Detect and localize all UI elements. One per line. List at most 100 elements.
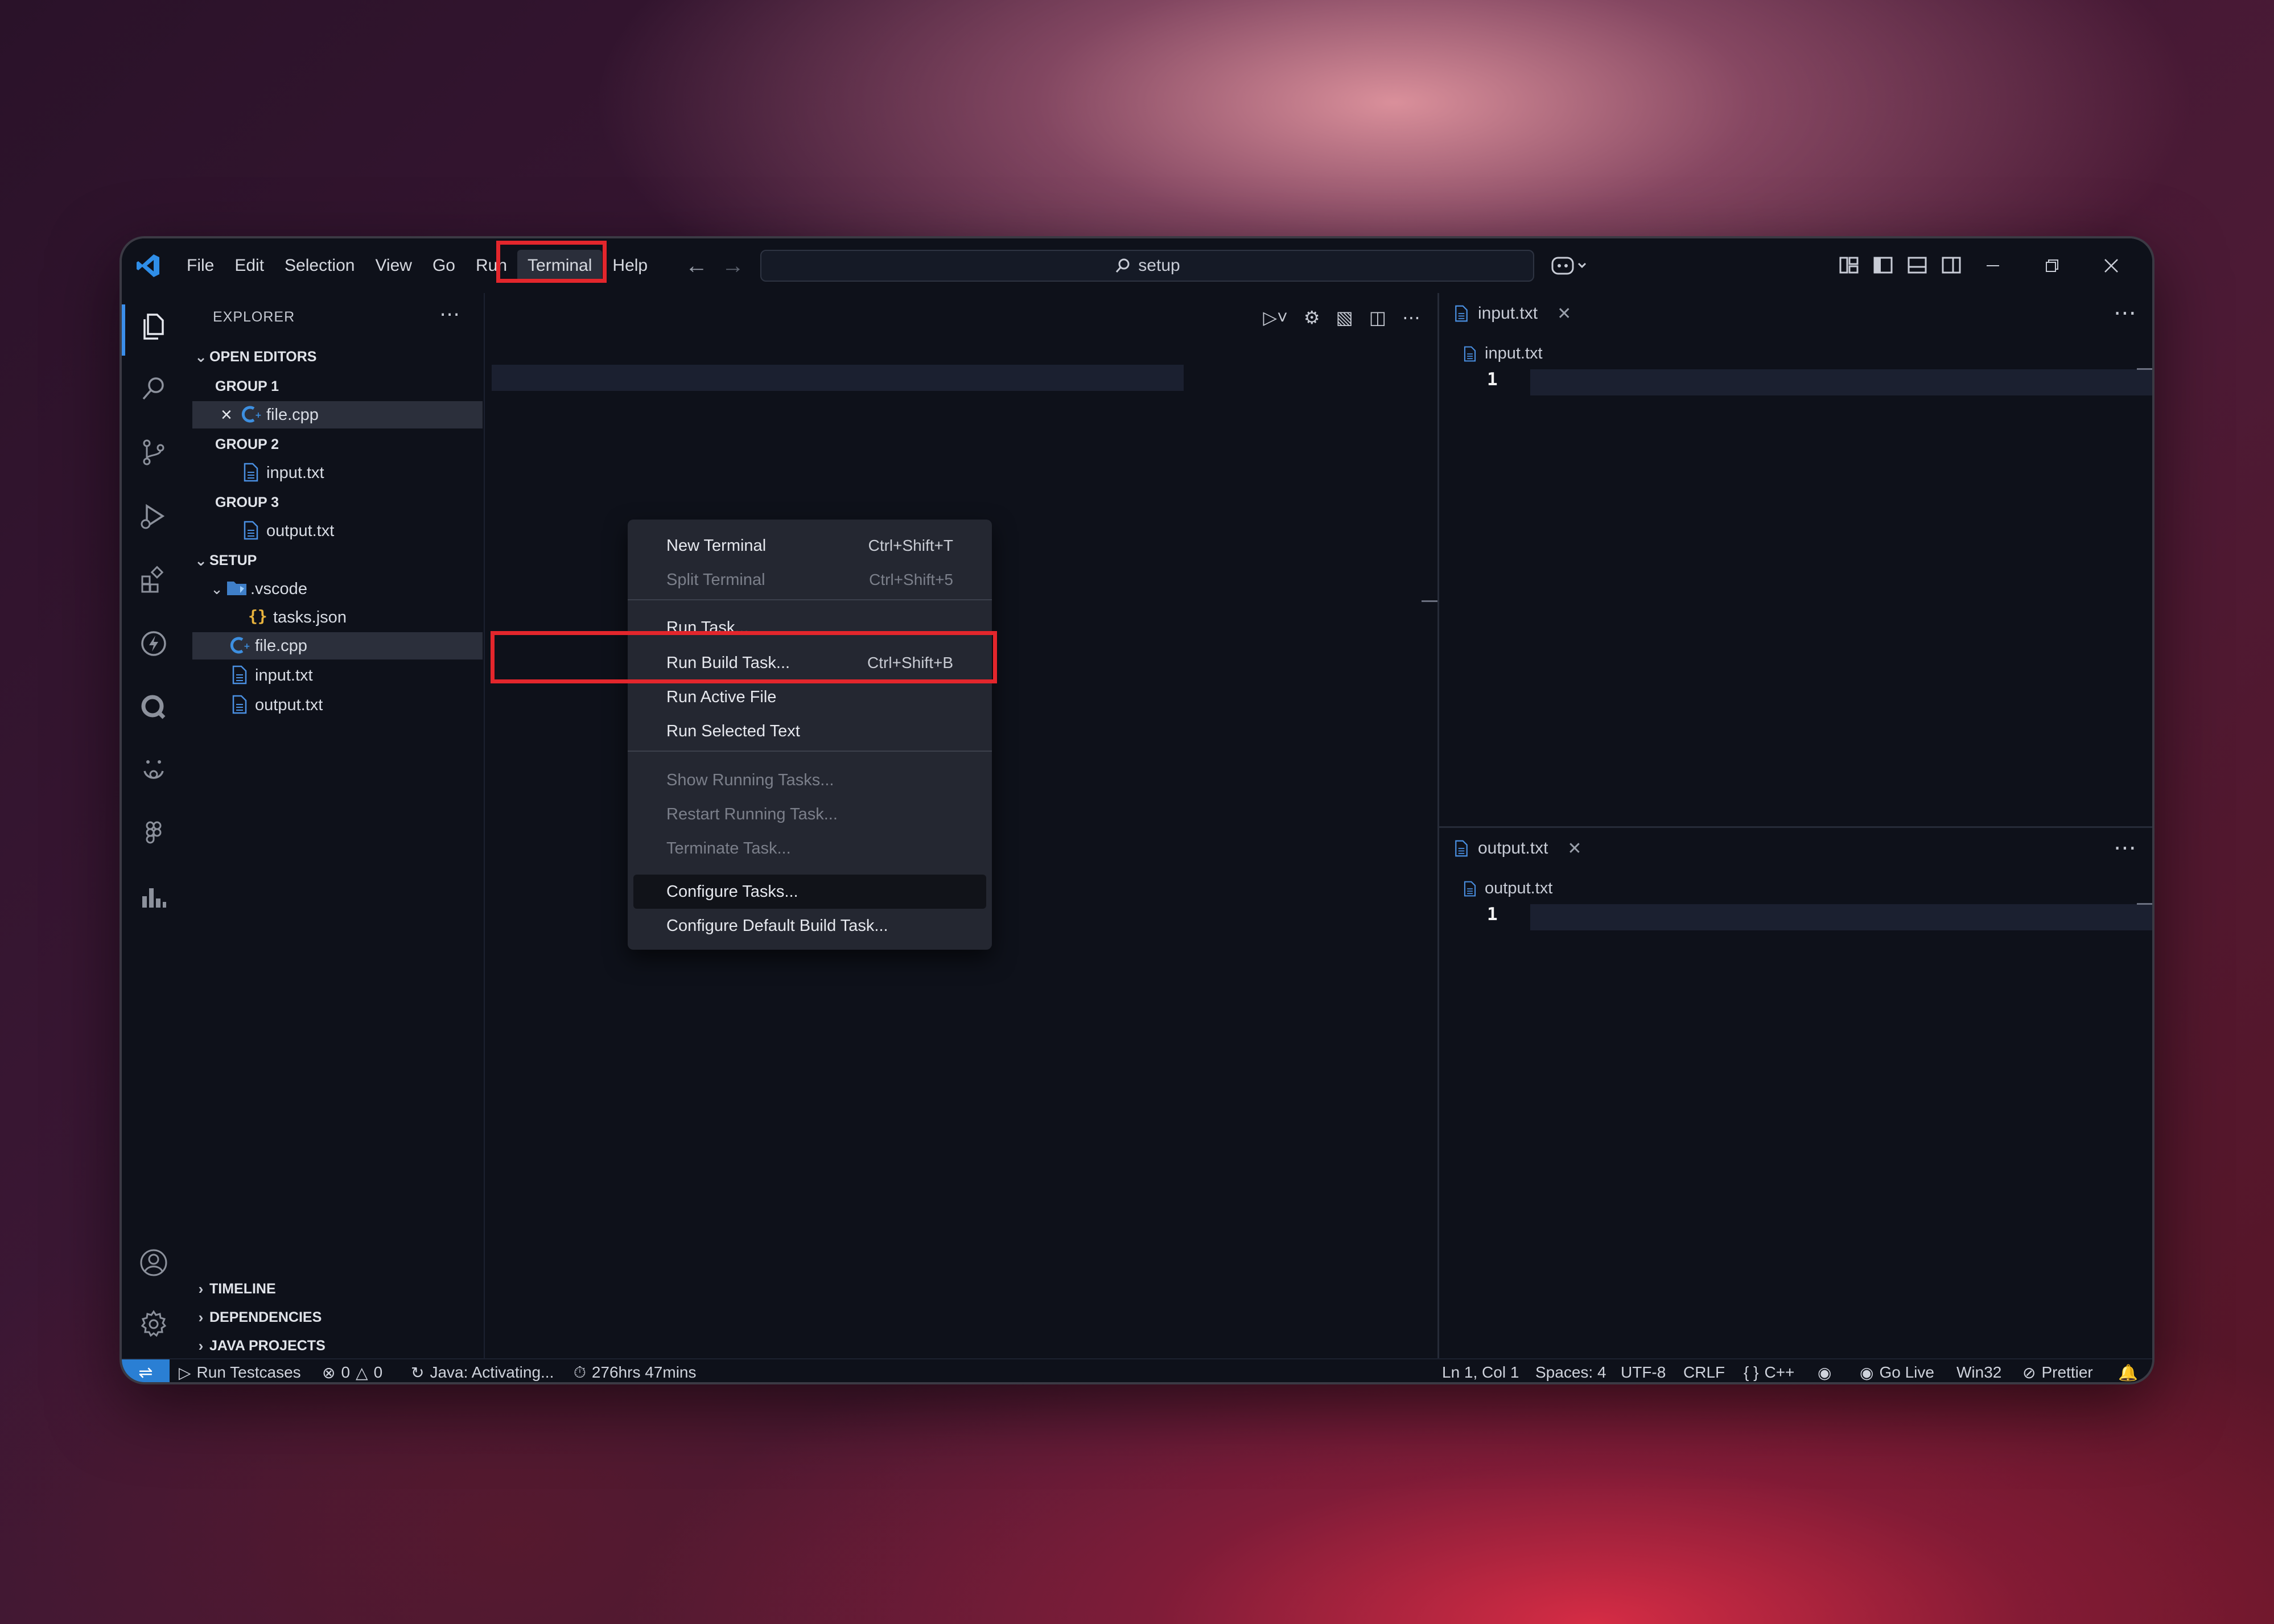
more-actions-icon[interactable]: ⋯ bbox=[2114, 835, 2136, 861]
indentation[interactable]: Spaces: 4 bbox=[1535, 1359, 1606, 1382]
menu-item-new-terminal[interactable]: New Terminal Ctrl+Shift+T bbox=[628, 529, 992, 563]
menu-item-show-running-tasks[interactable]: Show Running Tasks... bbox=[628, 763, 992, 797]
search-icon[interactable] bbox=[138, 373, 170, 405]
thunder-client-icon[interactable] bbox=[138, 628, 170, 660]
source-control-icon[interactable] bbox=[138, 436, 170, 468]
text-file-icon bbox=[1464, 881, 1476, 896]
prettier-status[interactable]: ⊘ Prettier bbox=[2022, 1359, 2093, 1382]
back-arrow-icon[interactable]: ← bbox=[685, 254, 708, 277]
device-icon[interactable]: ▧ bbox=[1336, 307, 1353, 328]
tree-file-tasks-json[interactable]: {} tasks.json bbox=[192, 604, 483, 631]
status-label: CRLF bbox=[1683, 1363, 1725, 1381]
overview-ruler-mark bbox=[2137, 903, 2152, 905]
more-actions-icon[interactable]: ⋯ bbox=[2114, 300, 2136, 326]
tree-label: tasks.json bbox=[273, 608, 347, 626]
more-actions-icon[interactable]: ⋯ bbox=[1402, 307, 1420, 328]
copilot-status-icon[interactable]: ◉ bbox=[1818, 1359, 1831, 1382]
menu-item-label: Split Terminal bbox=[666, 570, 765, 589]
menu-item-shortcut: Ctrl+Shift+5 bbox=[869, 571, 953, 588]
stats-bar-chart-icon[interactable] bbox=[138, 881, 170, 913]
run-code-icon[interactable]: ▷˅ bbox=[1263, 307, 1288, 328]
manage-gear-icon[interactable] bbox=[138, 1308, 170, 1340]
split-editor-icon[interactable]: ◫ bbox=[1369, 307, 1386, 328]
open-editor-input-txt[interactable]: input.txt bbox=[192, 459, 483, 487]
vscode-logo-icon[interactable] bbox=[134, 252, 162, 279]
open-editors-label: OPEN EDITORS bbox=[209, 348, 317, 365]
go-live-button[interactable]: ◉ Go Live bbox=[1860, 1359, 1934, 1382]
open-editor-label: input.txt bbox=[266, 463, 324, 482]
customize-layout-icon[interactable] bbox=[1838, 254, 1860, 276]
language-mode[interactable]: { } C++ bbox=[1744, 1359, 1794, 1382]
menu-item-restart-running-task[interactable]: Restart Running Task... bbox=[628, 797, 992, 831]
current-line-highlight[interactable] bbox=[1530, 369, 2152, 395]
menu-file[interactable]: File bbox=[176, 250, 224, 282]
status-bar: ⇌ ▷ Run Testcases ⊗ 0 △ 0 ↻ Java: Activa… bbox=[122, 1358, 2152, 1382]
tree-label: file.cpp bbox=[255, 636, 307, 655]
wakatime-status[interactable]: ⏱ 276hrs 47mins bbox=[574, 1359, 697, 1382]
copilot-icon[interactable] bbox=[1550, 252, 1590, 279]
cursor-position[interactable]: Ln 1, Col 1 bbox=[1442, 1359, 1519, 1382]
notifications-bell-icon[interactable]: 🔔 bbox=[2118, 1359, 2138, 1382]
open-editor-output-txt[interactable]: output.txt bbox=[192, 517, 483, 545]
menu-item-run-active-file[interactable]: Run Active File bbox=[628, 680, 992, 714]
timeline-section[interactable]: › TIMELINE bbox=[192, 1275, 483, 1303]
current-line-highlight[interactable] bbox=[1530, 904, 2152, 930]
run-testcases-button[interactable]: ▷ Run Testcases bbox=[179, 1359, 301, 1382]
status-label: UTF-8 bbox=[1621, 1363, 1666, 1381]
tree-file-output-txt[interactable]: output.txt bbox=[192, 691, 483, 719]
toggle-panel-icon[interactable] bbox=[1906, 254, 1928, 276]
dependencies-section[interactable]: › DEPENDENCIES bbox=[192, 1304, 483, 1331]
close-tab-icon[interactable]: ✕ bbox=[1557, 304, 1571, 324]
tree-file-file-cpp[interactable]: + file.cpp bbox=[192, 632, 483, 660]
codeium-icon[interactable] bbox=[138, 754, 170, 786]
figma-icon[interactable] bbox=[138, 818, 170, 850]
tab-label: input.txt bbox=[1478, 304, 1538, 323]
tab-input-txt[interactable]: input.txt ✕ bbox=[1439, 293, 1585, 334]
command-center[interactable]: setup bbox=[760, 250, 1534, 282]
minimize-icon[interactable] bbox=[1963, 249, 2022, 283]
quokka-icon[interactable] bbox=[138, 691, 170, 723]
forward-arrow-icon[interactable]: → bbox=[722, 254, 744, 277]
close-editor-icon[interactable]: × bbox=[221, 404, 241, 426]
tab-output-txt[interactable]: output.txt ✕ bbox=[1439, 828, 1596, 869]
java-projects-section[interactable]: › JAVA PROJECTS bbox=[192, 1332, 483, 1359]
run-debug-icon[interactable] bbox=[138, 500, 170, 532]
breadcrumb[interactable]: output.txt bbox=[1462, 879, 1552, 898]
accounts-icon[interactable] bbox=[138, 1247, 170, 1279]
restore-icon[interactable] bbox=[2022, 249, 2082, 283]
tree-file-input-txt[interactable]: input.txt bbox=[192, 662, 483, 689]
menu-item-label: Configure Tasks... bbox=[666, 882, 798, 901]
end-of-line[interactable]: CRLF bbox=[1683, 1359, 1725, 1382]
menu-help[interactable]: Help bbox=[602, 250, 658, 282]
menu-go[interactable]: Go bbox=[422, 250, 465, 282]
platform[interactable]: Win32 bbox=[1956, 1359, 2001, 1382]
encoding[interactable]: UTF-8 bbox=[1621, 1359, 1666, 1382]
toggle-primary-sidebar-icon[interactable] bbox=[1872, 254, 1894, 276]
settings-gear-icon[interactable]: ⚙ bbox=[1304, 307, 1320, 328]
menu-item-configure-default-build-task[interactable]: Configure Default Build Task... bbox=[628, 909, 992, 943]
status-label: Spaces: 4 bbox=[1535, 1363, 1606, 1381]
close-window-icon[interactable] bbox=[2082, 249, 2141, 283]
menu-view[interactable]: View bbox=[365, 250, 422, 282]
menu-item-terminate-task[interactable]: Terminate Task... bbox=[628, 831, 992, 865]
text-file-icon bbox=[241, 462, 266, 484]
breadcrumb[interactable]: input.txt bbox=[1462, 344, 1543, 363]
menu-item-split-terminal[interactable]: Split Terminal Ctrl+Shift+5 bbox=[628, 563, 992, 597]
menu-item-run-selected-text[interactable]: Run Selected Text bbox=[628, 714, 992, 748]
extensions-icon[interactable] bbox=[138, 564, 170, 596]
menu-item-configure-tasks[interactable]: Configure Tasks... bbox=[633, 875, 986, 909]
remote-indicator-icon[interactable]: ⇌ bbox=[122, 1359, 170, 1382]
explorer-icon[interactable] bbox=[138, 310, 170, 342]
tree-folder-vscode[interactable]: ⌄ .vscode bbox=[192, 575, 483, 603]
toggle-secondary-sidebar-icon[interactable] bbox=[1941, 254, 1962, 276]
search-icon bbox=[1116, 258, 1130, 273]
menu-edit[interactable]: Edit bbox=[224, 250, 274, 282]
java-status[interactable]: ↻ Java: Activating... bbox=[411, 1359, 554, 1382]
more-actions-icon[interactable]: ⋯ bbox=[439, 302, 460, 326]
setup-folder-section[interactable]: ⌄ SETUP bbox=[192, 547, 483, 574]
problems-button[interactable]: ⊗ 0 △ 0 bbox=[322, 1359, 382, 1382]
open-editor-file-cpp[interactable]: × + file.cpp bbox=[192, 401, 483, 428]
close-tab-icon[interactable]: ✕ bbox=[1567, 839, 1581, 859]
open-editors-section[interactable]: ⌄ OPEN EDITORS bbox=[192, 343, 483, 370]
menu-selection[interactable]: Selection bbox=[274, 250, 365, 282]
